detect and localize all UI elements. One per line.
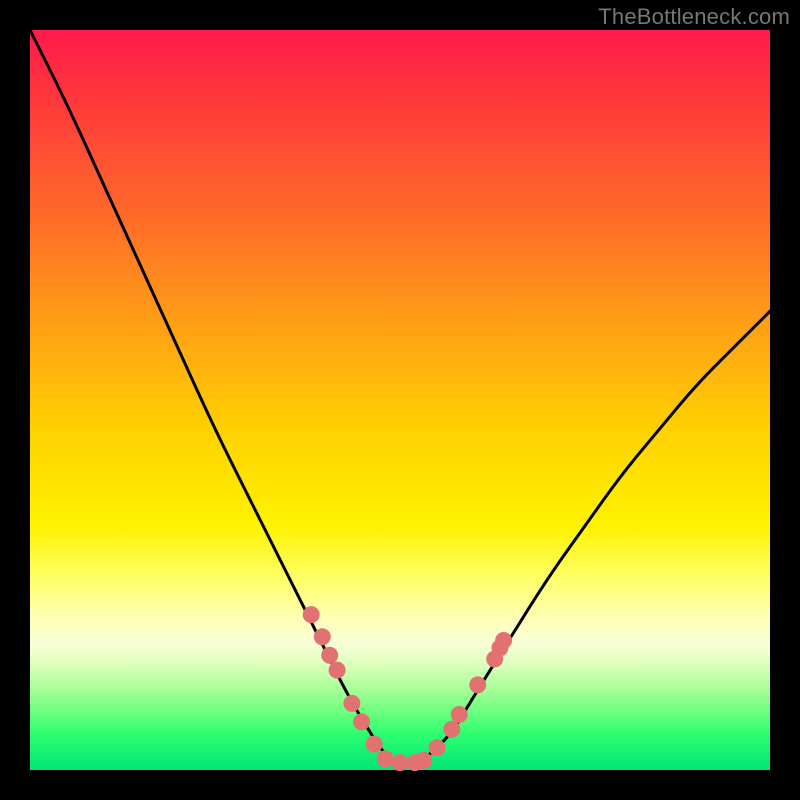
marker-point: [451, 706, 468, 723]
marker-point: [377, 750, 394, 767]
chart-frame: TheBottleneck.com: [0, 0, 800, 800]
bottleneck-curve: [30, 30, 770, 763]
marker-point: [495, 632, 512, 649]
marker-point: [353, 713, 370, 730]
watermark-text: TheBottleneck.com: [598, 4, 790, 30]
curve-layer: [30, 30, 770, 770]
marker-point: [443, 721, 460, 738]
marker-point: [343, 695, 360, 712]
marker-point: [392, 754, 409, 771]
marker-point: [303, 606, 320, 623]
marker-point: [314, 628, 331, 645]
plot-area: [30, 30, 770, 770]
marker-point: [329, 662, 346, 679]
highlighted-points: [303, 606, 512, 771]
marker-point: [366, 736, 383, 753]
marker-point: [469, 676, 486, 693]
marker-point: [321, 647, 338, 664]
marker-point: [415, 752, 432, 769]
marker-point: [429, 739, 446, 756]
